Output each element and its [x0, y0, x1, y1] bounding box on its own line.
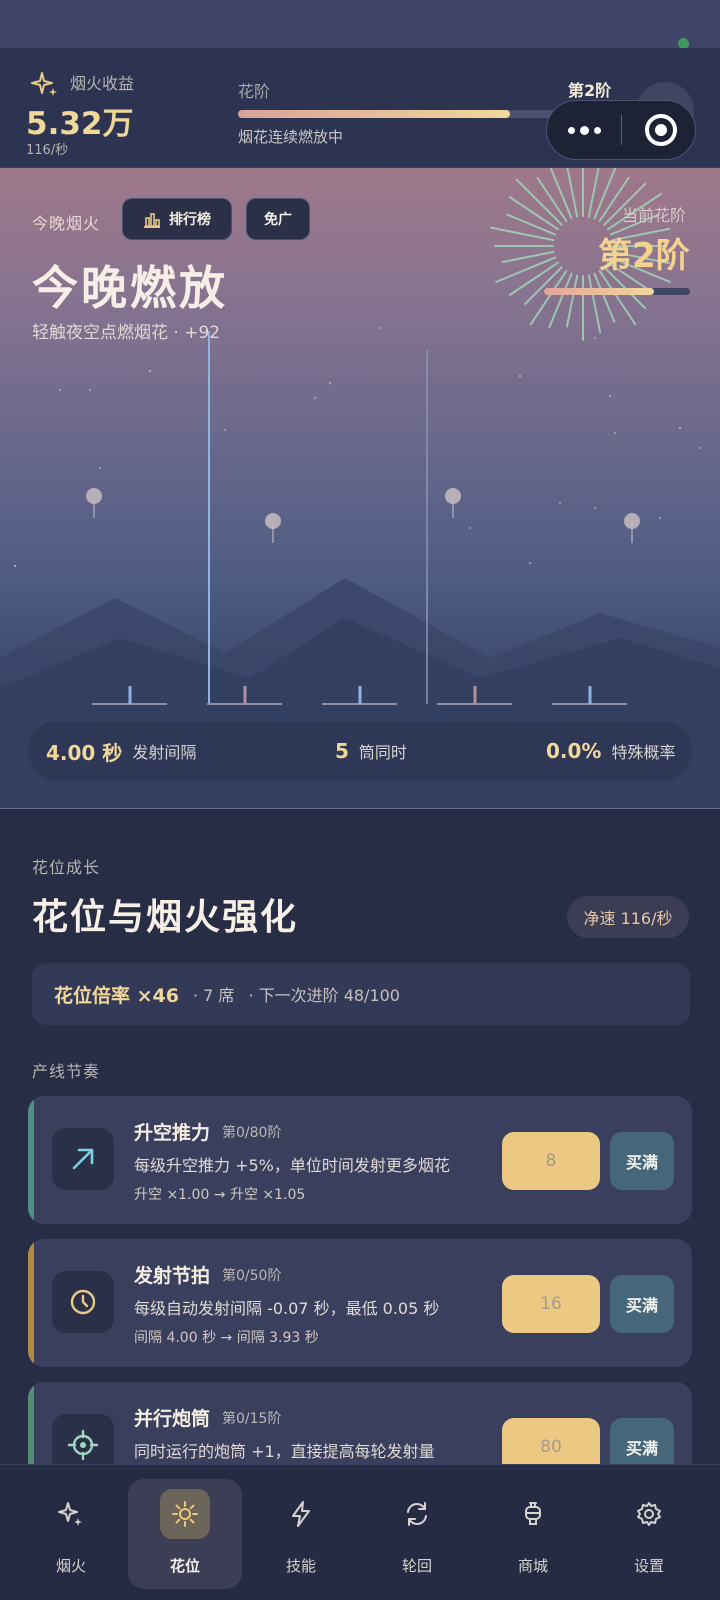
tab-label: 花位: [169, 1557, 200, 1575]
stage-progress-bar: [238, 110, 578, 118]
close-miniprogram-icon[interactable]: [645, 114, 677, 146]
tab-skills[interactable]: 技能: [244, 1479, 358, 1589]
tab-label: 轮回: [401, 1557, 432, 1575]
bar-chart-icon: [144, 213, 160, 228]
multiplier-card: 花位倍率 ×46 · 7 席 · 下一次进阶 48/100: [32, 963, 690, 1025]
gear-icon: [624, 1489, 674, 1539]
tab-fireworks[interactable]: 烟火: [14, 1479, 128, 1589]
buy-button[interactable]: 16: [502, 1275, 600, 1333]
tab-label: 商城: [517, 1557, 548, 1575]
upgrade-description: 每级自动发射间隔 -0.07 秒，最低 0.05 秒: [134, 1299, 440, 1318]
more-menu-icon[interactable]: [547, 101, 621, 159]
capsule-divider: [621, 115, 622, 145]
status-bar: [0, 0, 720, 49]
upgrade-delta: 升空 ×1.00 → 升空 ×1.05: [134, 1187, 306, 1203]
current-stage-value: 第2阶: [598, 236, 690, 276]
fireworks-status: 烟花连续燃放中: [238, 128, 344, 146]
tab-settings[interactable]: 设置: [592, 1479, 706, 1589]
tab-label: 设置: [633, 1557, 664, 1575]
net-speed-chip: 净速 116/秒: [567, 896, 689, 938]
night-sky-scene[interactable]: 今晚烟火 排行榜 免广 今晚燃放 轻触夜空点燃烟花 · +92 当前花阶 第2阶…: [0, 168, 720, 809]
upgrade-level: 第0/15阶: [222, 1411, 282, 1427]
launch-stats-bar: 4.00 秒 发射间隔 5 筒同时 0.0% 特殊概率: [28, 721, 692, 781]
upgrade-card-thrust: 升空推力 第0/80阶 每级升空推力 +5%，单位时间发射更多烟花 升空 ×1.…: [28, 1096, 692, 1224]
stat-special-value: 0.0%: [546, 739, 602, 763]
income-value: 5.32万: [26, 106, 134, 142]
section-title: 花位与烟火强化: [32, 897, 299, 938]
tab-label: 烟火: [55, 1557, 86, 1575]
seat-count: · 7 席: [192, 986, 235, 1005]
card-accent: [28, 1096, 34, 1224]
clock-icon: [70, 1289, 96, 1315]
sparkle-icon: [46, 1489, 96, 1539]
upgrade-name: 发射节拍: [134, 1265, 211, 1287]
upgrade-level: 第0/50阶: [222, 1268, 282, 1284]
night-title: 今晚燃放: [32, 261, 228, 315]
crosshair-icon: [67, 1429, 99, 1461]
upgrade-description: 同时运行的炮筒 +1，直接提高每轮发射量: [134, 1442, 435, 1461]
leaderboard-label: 排行榜: [169, 212, 211, 228]
firework-burst-ray: [515, 178, 563, 226]
card-accent: [28, 1239, 34, 1367]
tab-label: 技能: [285, 1557, 316, 1575]
sun-icon: [160, 1489, 210, 1539]
leaderboard-button[interactable]: 排行榜: [122, 198, 232, 240]
upgrade-level: 第0/80阶: [222, 1125, 282, 1141]
upgrade-name: 升空推力: [134, 1122, 211, 1144]
stage-value: 第2阶: [568, 81, 612, 100]
upgrade-card-rhythm: 发射节拍 第0/50阶 每级自动发射间隔 -0.07 秒，最低 0.05 秒 间…: [28, 1239, 692, 1367]
lantern-icon: [508, 1489, 558, 1539]
buy-max-button[interactable]: 买满: [610, 1275, 674, 1333]
upgrade-name: 并行炮筒: [134, 1408, 211, 1430]
stage-label: 花阶: [238, 82, 271, 101]
upgrade-description: 每级升空推力 +5%，单位时间发射更多烟花: [134, 1156, 450, 1175]
buy-button[interactable]: 8: [502, 1132, 600, 1190]
stage-progress-fill: [238, 110, 510, 118]
tab-rebirth[interactable]: 轮回: [360, 1479, 474, 1589]
night-subtitle: 轻触夜空点燃烟花 · +92: [32, 323, 221, 343]
next-advance: · 下一次进阶 48/100: [248, 986, 400, 1005]
miniprogram-capsule: [546, 100, 696, 160]
section-kicker: 花位成长: [32, 858, 101, 877]
income-label: 烟火收益: [70, 74, 135, 93]
multiplier-value: 花位倍率 ×46: [54, 984, 179, 1007]
upgrade-icon-box: [52, 1271, 114, 1333]
stat-concurrent-label: 筒同时: [358, 743, 407, 762]
stat-interval: 4.00 秒 发射间隔: [46, 721, 196, 781]
buy-max-button[interactable]: 买满: [610, 1132, 674, 1190]
stat-concurrent-value: 5: [335, 739, 349, 763]
current-stage-caption: 当前花阶: [622, 206, 687, 225]
stat-special-label: 特殊概率: [611, 743, 676, 762]
cycle-icon: [392, 1489, 442, 1539]
stat-interval-label: 发射间隔: [132, 743, 197, 762]
current-stage-progress-fill: [544, 288, 654, 295]
stat-special: 0.0% 特殊概率: [546, 721, 675, 781]
upgrade-icon-box: [52, 1128, 114, 1190]
section-divider: [0, 808, 720, 809]
bottom-tab-bar: 烟火 花位 技能 轮回 商城 设置: [0, 1464, 720, 1600]
night-label: 今晚烟火: [32, 214, 101, 233]
ad-free-button[interactable]: 免广: [246, 198, 310, 240]
tab-shop[interactable]: 商城: [476, 1479, 590, 1589]
sparkle-icon: [31, 72, 57, 96]
firework-burst-ray: [566, 168, 579, 218]
tab-flower-seats[interactable]: 花位: [128, 1479, 242, 1589]
income-rate: 116/秒: [26, 143, 69, 158]
production-rhythm-label: 产线节奏: [32, 1062, 101, 1081]
arrow-up-right-icon: [72, 1148, 94, 1170]
lightning-icon: [276, 1489, 326, 1539]
upgrade-delta: 间隔 4.00 秒 → 间隔 3.93 秒: [134, 1330, 319, 1346]
stat-concurrent: 5 筒同时: [335, 721, 407, 781]
current-stage-progress: [544, 288, 690, 295]
stat-interval-value: 4.00 秒: [46, 740, 123, 765]
